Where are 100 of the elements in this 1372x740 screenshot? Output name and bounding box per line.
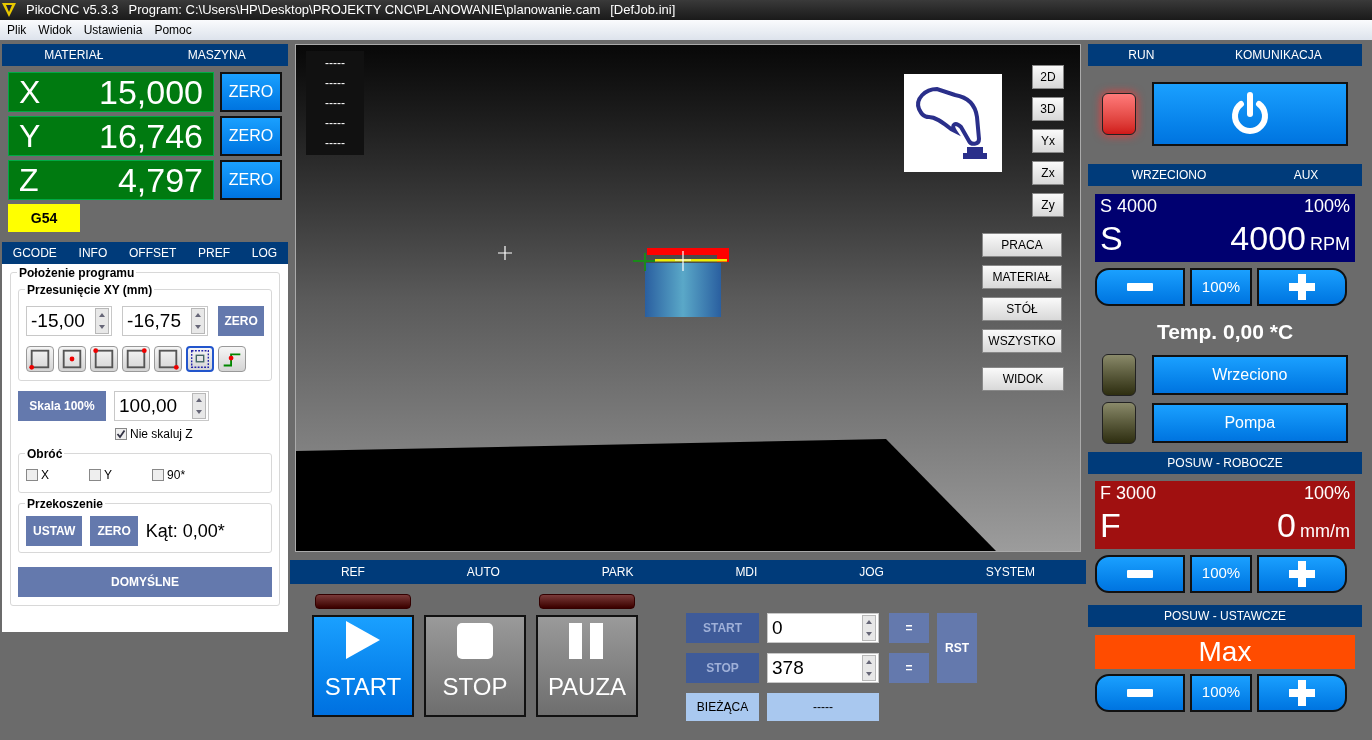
zero-button[interactable]: ZERO (90, 516, 138, 546)
anchor-button[interactable] (186, 346, 214, 372)
spin-arrows-icon[interactable] (192, 393, 206, 419)
tab[interactable]: JOG (859, 563, 884, 581)
plus-icon (1289, 679, 1315, 706)
tab[interactable]: LOG (251, 244, 278, 262)
reset-button[interactable]: 100% (1190, 268, 1252, 306)
zero-button[interactable]: ZERO (220, 160, 282, 200)
checkbox[interactable] (115, 428, 127, 440)
power-icon (1229, 92, 1270, 136)
tab[interactable]: GCODE (12, 244, 57, 262)
reset-button[interactable]: RST (937, 613, 977, 683)
number-field[interactable]: -15,00 (26, 306, 113, 336)
tab[interactable]: AUTO (466, 563, 500, 581)
tab[interactable]: SYSTEM (985, 563, 1036, 581)
override-value: 100% (1303, 195, 1350, 218)
zoom-button[interactable]: PRACA (982, 233, 1062, 257)
checkbox-label: 90* (167, 467, 186, 484)
range-label: STOP (686, 653, 759, 683)
command-value: F 3000 (1100, 481, 1157, 505)
view-button[interactable]: Zx (1032, 161, 1064, 185)
section-title: POSUW - ROBOCZE (1167, 454, 1283, 472)
output-button[interactable]: Wrzeciono (1151, 354, 1348, 395)
spin-arrows-icon[interactable] (862, 615, 876, 641)
anchor-button[interactable] (122, 346, 150, 372)
number-field[interactable]: -16,75 (122, 306, 209, 336)
stop-icon (457, 623, 493, 659)
output-button[interactable]: Pompa (1151, 402, 1348, 443)
anchor-point-icon (156, 347, 180, 371)
tab[interactable]: RUN (1128, 46, 1155, 64)
view-menu-button[interactable]: WIDOK (982, 367, 1064, 391)
axis-position: 4,797 (117, 159, 203, 201)
run-control-button[interactable]: PAUZA (536, 615, 638, 717)
decrease-button[interactable] (1095, 673, 1185, 712)
view-button[interactable]: Yx (1032, 129, 1064, 153)
app-title: PikoCNC v5.3.3 (26, 1, 119, 20)
set-button[interactable]: USTAW (26, 516, 83, 546)
increase-button[interactable] (1257, 554, 1347, 593)
readout-value: ----- (325, 135, 345, 152)
tab[interactable]: KOMUNIKACJA (1235, 46, 1322, 64)
anchor-button[interactable] (26, 346, 54, 372)
tab[interactable]: MASZYNA (187, 46, 246, 64)
run-control-button[interactable]: STOP (424, 615, 526, 717)
checkbox[interactable] (89, 469, 101, 481)
reset-button[interactable]: 100% (1190, 673, 1252, 712)
minus-icon (1127, 688, 1153, 697)
number-field[interactable]: 100,00 (114, 391, 209, 421)
tab[interactable]: MDI (735, 563, 758, 581)
zero-button[interactable]: ZERO (218, 306, 264, 336)
decrease-button[interactable] (1095, 554, 1185, 593)
program-path: Program: C:\Users\HP\Desktop\PROJEKTY CNC\PLANOWANIE\planowanie.cam (128, 1, 601, 20)
menu-item[interactable]: Widok (38, 21, 72, 39)
checkbox[interactable] (152, 469, 165, 481)
zero-button[interactable]: ZERO (220, 116, 282, 156)
work-offset-label: G54 (8, 204, 80, 232)
increase-button[interactable] (1257, 673, 1347, 712)
anchor-button[interactable] (154, 346, 182, 372)
view-button[interactable]: 2D (1032, 65, 1064, 89)
view-button[interactable]: 3D (1032, 97, 1064, 121)
readout-value: ----- (325, 95, 345, 112)
tab[interactable]: WRZECIONO (1131, 166, 1207, 184)
axis-letter: X (19, 73, 42, 112)
readout-value: ----- (325, 75, 345, 92)
spin-arrows-icon[interactable] (95, 308, 110, 334)
axis-letter: S (1100, 218, 1124, 258)
decrease-button[interactable] (1095, 268, 1185, 306)
tab[interactable]: PREF (198, 244, 231, 262)
command-value: S 4000 (1100, 195, 1158, 218)
tab[interactable]: REF (340, 563, 365, 581)
tab[interactable]: INFO (78, 244, 108, 262)
increase-button[interactable] (1257, 268, 1347, 306)
anchor-button[interactable] (90, 346, 118, 372)
current-value: 0 (1277, 504, 1296, 545)
run-control-button[interactable]: START (312, 615, 414, 717)
spin-arrows-icon[interactable] (862, 655, 876, 681)
zoom-button[interactable]: STÓŁ (982, 297, 1062, 321)
view-button[interactable]: Zy (1032, 193, 1064, 217)
spin-arrows-icon[interactable] (191, 308, 206, 334)
tab[interactable]: PARK (601, 563, 634, 581)
default-button[interactable]: DOMYŚLNE (18, 567, 272, 597)
menu-item[interactable]: Plik (7, 21, 27, 39)
scale-button[interactable]: Skala 100% (18, 391, 106, 421)
menu-item[interactable]: Pomoc (154, 21, 192, 39)
tab[interactable]: AUX (1293, 166, 1319, 184)
current-label: BIEŻĄCA (686, 693, 759, 721)
checkbox[interactable] (26, 469, 38, 481)
current-line-value: ----- (767, 693, 879, 721)
minus-icon (1127, 569, 1153, 578)
axis-position: 15,000 (99, 71, 203, 113)
reset-button[interactable]: 100% (1190, 554, 1252, 593)
menu-item[interactable]: Ustawienia (83, 21, 143, 39)
zoom-button[interactable]: WSZYSTKO (982, 329, 1062, 353)
plus-icon (1289, 560, 1315, 587)
tab[interactable]: MATERIAŁ (44, 46, 104, 64)
tab[interactable]: OFFSET (129, 244, 177, 262)
zero-button[interactable]: ZERO (220, 72, 282, 112)
zoom-button[interactable]: MATERIAŁ (982, 265, 1062, 289)
anchor-button[interactable] (58, 346, 86, 372)
3d-viewport[interactable]: ----- ----- ----- ----- ----- 2D 3D Yx Zx Zy PRACA MATERIAŁ STÓŁ WSZYSTKO WIDOK (295, 44, 1081, 552)
power-button[interactable] (1151, 82, 1348, 146)
